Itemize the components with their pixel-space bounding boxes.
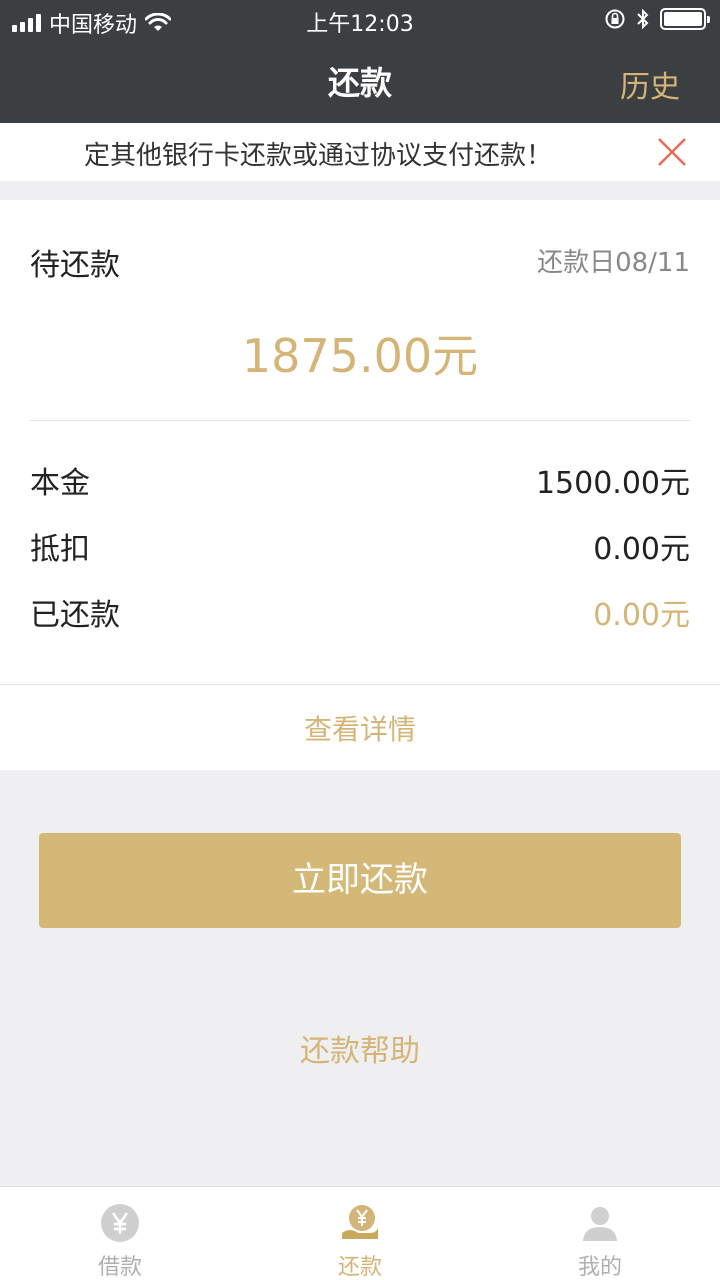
- view-details-link[interactable]: 查看详情: [0, 708, 720, 748]
- user-profile-icon: [583, 1207, 617, 1241]
- status-right: [604, 8, 710, 30]
- yen-coin-icon: [101, 1204, 139, 1242]
- tab-label: 我的: [577, 1255, 622, 1280]
- history-button[interactable]: 历史: [620, 62, 680, 106]
- repayment-help-link[interactable]: 还款帮助: [0, 1026, 720, 1070]
- bluetooth-icon: [637, 8, 649, 30]
- due-label: 待还款: [30, 248, 120, 283]
- deduction-value: 0.00元: [593, 532, 690, 567]
- rotation-lock-icon: [605, 9, 625, 29]
- nav-bar: 还款 历史: [0, 40, 720, 123]
- tab-label: 借款: [97, 1255, 142, 1280]
- principal-row: 本金 1500.00元: [30, 458, 690, 501]
- deduction-label: 抵扣: [30, 532, 90, 567]
- notice-bar: 定其他银行卡还款或通过协议支付还款！: [0, 123, 720, 181]
- divider: [0, 684, 720, 685]
- principal-value: 1500.00元: [535, 466, 690, 501]
- close-icon[interactable]: [656, 136, 688, 168]
- page-title: 还款: [327, 64, 392, 102]
- pay-now-button[interactable]: 立即还款: [39, 833, 681, 928]
- repaid-label: 已还款: [30, 598, 120, 633]
- due-date: 还款日08/11: [537, 248, 690, 278]
- tab-borrow[interactable]: 借款: [0, 1187, 240, 1280]
- due-amount: 1875.00元: [241, 329, 479, 383]
- tab-repay[interactable]: 还款: [240, 1187, 480, 1280]
- deduction-row: 抵扣 0.00元: [30, 524, 690, 567]
- principal-label: 本金: [30, 466, 90, 501]
- repaid-value: 0.00元: [593, 598, 690, 633]
- divider: [30, 420, 690, 421]
- repay-hand-icon: [342, 1205, 378, 1239]
- notice-text: 定其他银行卡还款或通过协议支付还款！: [84, 141, 553, 171]
- repayment-card: 待还款 还款日08/11 1875.00元 本金 1500.00元 抵扣 0.0…: [0, 200, 720, 770]
- tab-label: 还款: [337, 1255, 382, 1280]
- repaid-row: 已还款 0.00元: [30, 590, 690, 633]
- battery-icon: [660, 8, 710, 30]
- tab-bar: 借款 还款 我的: [0, 1186, 720, 1280]
- status-bar: 中国移动 上午12:03: [0, 0, 720, 40]
- tab-mine[interactable]: 我的: [480, 1187, 720, 1280]
